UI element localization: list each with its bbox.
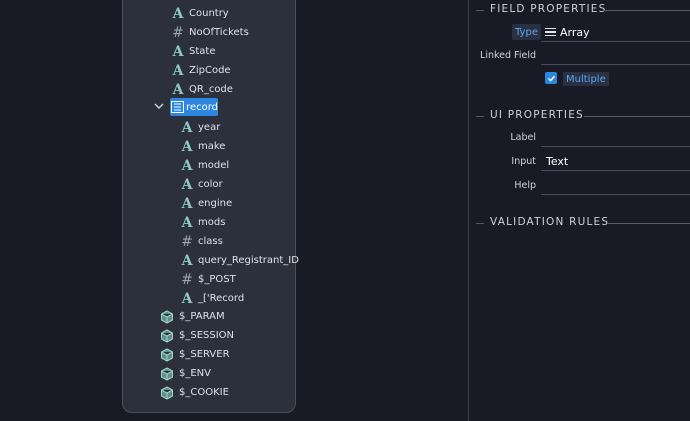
tree-item-label: color xyxy=(198,179,223,190)
tree-item-zipcode[interactable]: A ZipCode xyxy=(170,61,231,80)
section-rule xyxy=(476,10,484,11)
text-icon: A xyxy=(181,119,193,136)
type-value: Array xyxy=(560,25,590,39)
tree-item-label: ZipCode xyxy=(189,65,231,76)
tree-item-label: $_ENV xyxy=(179,368,212,379)
cube-icon xyxy=(160,348,176,362)
tree-item-label: State xyxy=(189,46,216,57)
tree-item-label: $_PARAM xyxy=(179,311,225,322)
section-rule xyxy=(603,10,690,11)
array-icon xyxy=(171,101,185,113)
tree-item-label: Country xyxy=(189,8,229,19)
text-icon: A xyxy=(181,195,193,212)
tree-item-session[interactable]: $_SESSION xyxy=(160,326,234,345)
tree-item-label: $_SESSION xyxy=(179,330,235,341)
tree-item-query-registrant-id[interactable]: A query_Registrant_ID xyxy=(179,251,299,270)
linked-field-input[interactable] xyxy=(541,64,690,65)
tree-item-qr-code[interactable]: A QR_code xyxy=(170,80,233,99)
help-field-label: Help xyxy=(514,180,536,191)
type-select[interactable]: Array xyxy=(545,24,590,40)
text-icon: A xyxy=(181,157,193,174)
tree-item-engine[interactable]: A engine xyxy=(179,194,233,213)
validation-rules-heading: VALIDATION RULES xyxy=(490,216,610,228)
tree-item-state[interactable]: A State xyxy=(170,42,216,61)
tree-item-country[interactable]: A Country xyxy=(170,4,229,23)
number-icon: # xyxy=(181,271,193,288)
tree-item-post[interactable]: # $_POST xyxy=(179,270,236,289)
tree-item-noofickets[interactable]: # NoOfTickets xyxy=(170,23,249,42)
section-rule xyxy=(584,116,690,117)
list-icon xyxy=(545,27,556,37)
multiple-label[interactable]: Multiple xyxy=(563,72,609,86)
type-underline xyxy=(541,41,690,42)
tree-item-label: record xyxy=(186,101,218,113)
tree-item-make[interactable]: A make xyxy=(179,137,226,156)
tree-item-label: $_POST xyxy=(198,274,236,285)
chevron-down-icon[interactable] xyxy=(152,99,166,113)
label-field-label: Label xyxy=(510,132,536,143)
input-underline xyxy=(541,170,690,171)
linked-field-label: Linked Field xyxy=(480,50,536,61)
text-icon: A xyxy=(172,62,184,79)
tree-item-color[interactable]: A color xyxy=(179,175,223,194)
tree-item-label: make xyxy=(198,141,226,152)
tree-item-param[interactable]: $_PARAM xyxy=(160,307,225,326)
text-icon: A xyxy=(181,176,193,193)
tree-item-class[interactable]: # class xyxy=(179,232,223,251)
number-icon: # xyxy=(172,24,184,41)
tree-item-label: $_COOKIE xyxy=(179,387,229,398)
text-icon: A xyxy=(172,5,184,22)
tree-item-label: $_SERVER xyxy=(179,349,230,360)
tree-item-record-key[interactable]: A _['Record xyxy=(179,289,245,308)
help-input[interactable] xyxy=(541,194,690,195)
cube-icon xyxy=(160,367,176,381)
checkmark-icon xyxy=(547,75,555,82)
field-properties-heading: FIELD PROPERTIES xyxy=(490,3,607,15)
input-select[interactable]: Text xyxy=(546,155,568,168)
tree-item-label: year xyxy=(198,122,221,133)
tree-item-label: NoOfTickets xyxy=(189,27,249,38)
tree-item-year[interactable]: A year xyxy=(179,118,221,137)
ui-properties-heading: UI PROPERTIES xyxy=(490,109,584,121)
number-icon: # xyxy=(181,233,193,250)
multiple-checkbox[interactable] xyxy=(545,72,557,84)
panel-divider xyxy=(468,0,469,421)
text-icon: A xyxy=(181,290,193,307)
text-icon: A xyxy=(172,81,184,98)
type-label: Type xyxy=(512,24,541,40)
cube-icon xyxy=(160,386,176,400)
tree-item-server[interactable]: $_SERVER xyxy=(160,345,230,364)
text-icon: A xyxy=(181,138,193,155)
tree-item-label: mods xyxy=(198,217,226,228)
tree-item-label: query_Registrant_ID xyxy=(198,255,299,266)
tree-item-cookie[interactable]: $_COOKIE xyxy=(160,383,229,402)
text-icon: A xyxy=(181,214,193,231)
section-rule xyxy=(476,223,484,224)
section-rule xyxy=(608,223,690,224)
tree-item-env[interactable]: $_ENV xyxy=(160,364,211,383)
cube-icon xyxy=(160,310,176,324)
tree-item-label: engine xyxy=(198,198,233,209)
section-rule xyxy=(476,116,484,117)
label-input[interactable] xyxy=(541,146,690,147)
text-icon: A xyxy=(181,252,193,269)
tree-item-record[interactable]: record xyxy=(170,98,218,116)
tree-item-label: class xyxy=(198,236,223,247)
text-icon: A xyxy=(172,43,184,60)
tree-item-label: QR_code xyxy=(189,84,233,95)
tree-item-mods[interactable]: A mods xyxy=(179,213,226,232)
input-field-label: Input xyxy=(511,156,536,167)
tree-item-label: _['Record xyxy=(198,293,245,304)
tree-item-model[interactable]: A model xyxy=(179,156,230,175)
cube-icon xyxy=(160,329,176,343)
tree-item-label: model xyxy=(198,160,230,171)
